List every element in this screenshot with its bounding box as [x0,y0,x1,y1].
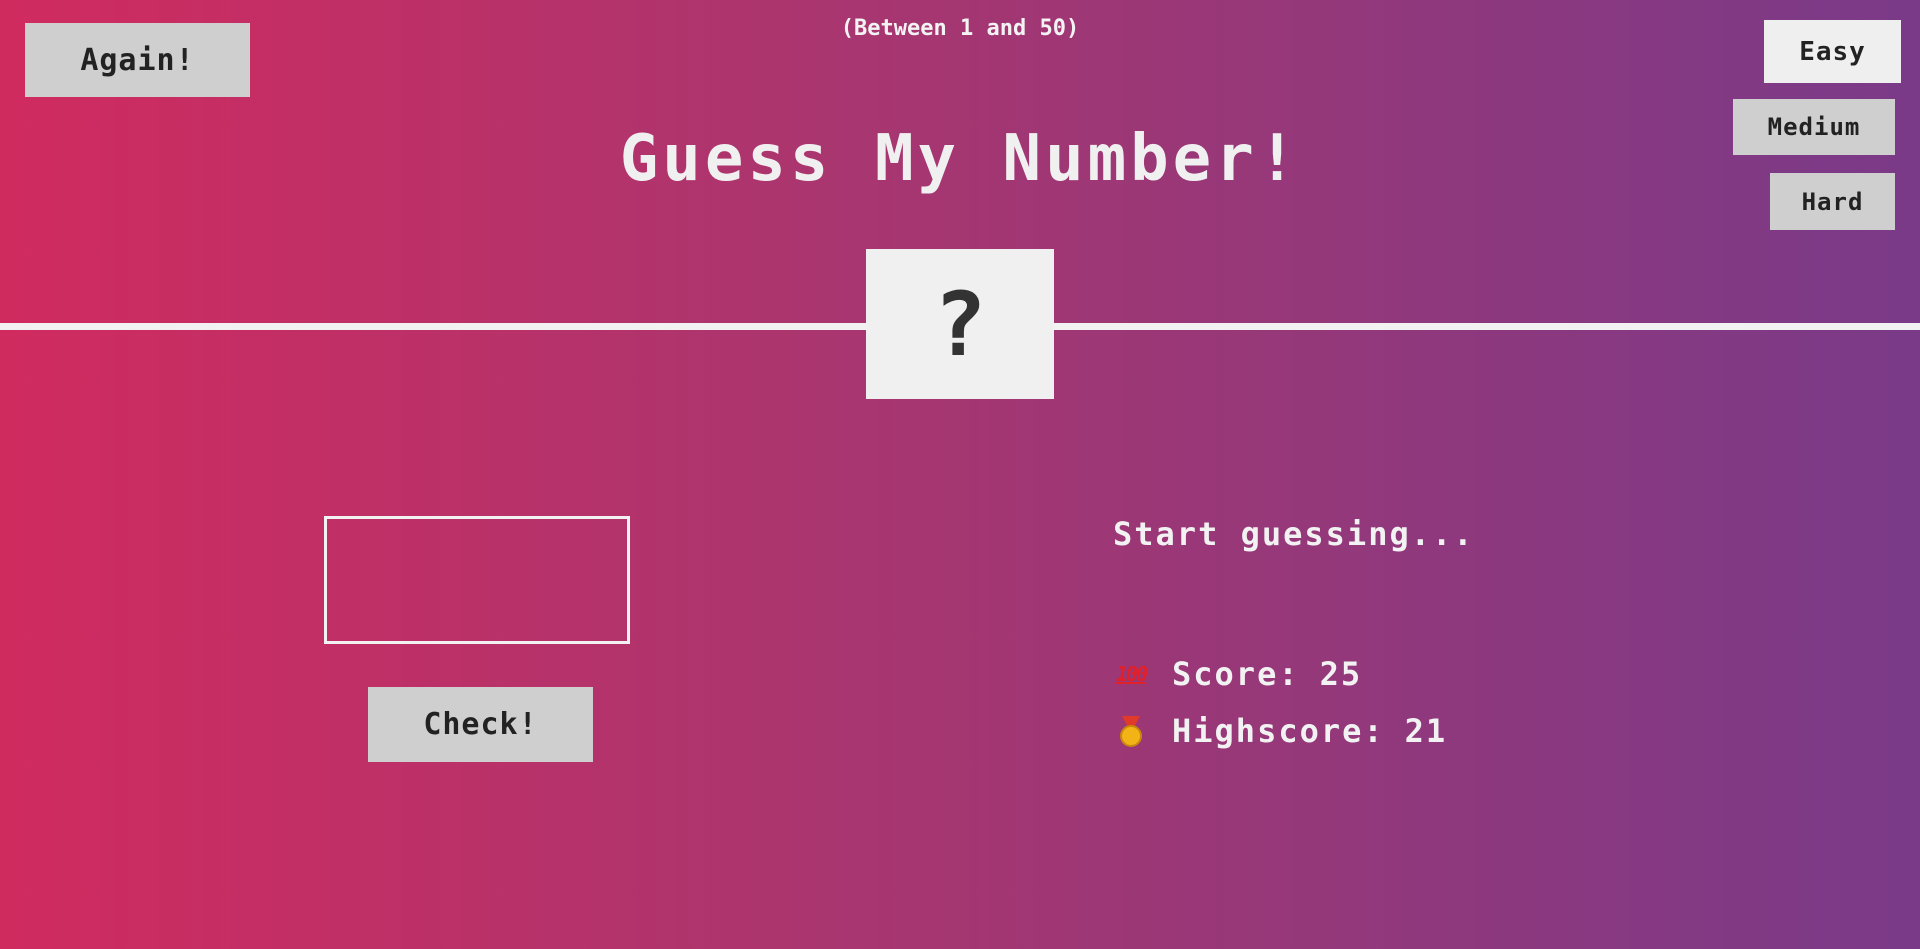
score-value: 25 [1319,655,1363,693]
page-title: Guess My Number! [619,122,1301,196]
score-label: Score: [1172,655,1300,693]
range-hint: (Between 1 and 50) [840,16,1080,41]
score-row: 100 Score: 25 [1116,655,1362,693]
check-button[interactable]: Check! [368,687,593,762]
secret-number: ? [933,272,987,376]
highscore-row: Highscore: 21 [1116,712,1447,750]
status-message: Start guessing... [1113,515,1475,553]
highscore-label: Highscore: [1172,712,1385,750]
highscore-value: 21 [1404,712,1448,750]
medal-icon [1116,716,1146,747]
easy-button[interactable]: Easy [1764,20,1901,83]
secret-number-box: ? [866,249,1054,399]
hundred-points-icon: 100 [1116,662,1148,686]
guess-input[interactable] [324,516,630,644]
